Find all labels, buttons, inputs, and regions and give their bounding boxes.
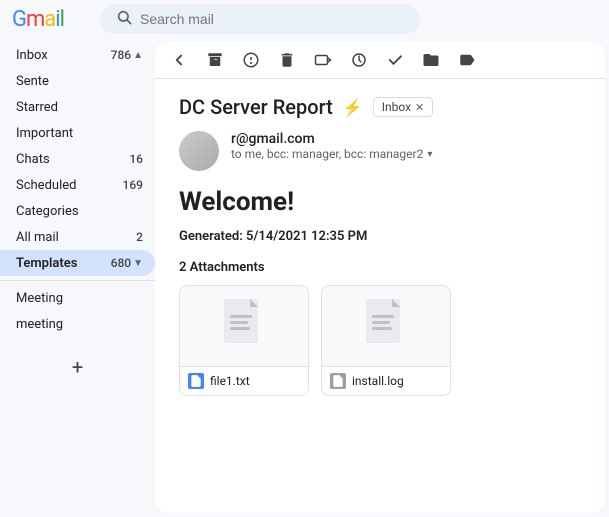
sender-name: r@gmail.com (231, 131, 432, 147)
attachment-preview-1 (180, 286, 308, 366)
txt-file-icon (188, 373, 204, 389)
generated-line: Generated: 5/14/2021 12:35 PM (179, 229, 581, 244)
tag-button[interactable] (455, 48, 479, 72)
attachment-preview-2 (322, 286, 450, 366)
email-content: DC Server Report ⚡ Inbox ✕ r@gmail.com t… (155, 79, 605, 513)
sidebar-item-important[interactable]: Important (0, 120, 155, 146)
email-subject: DC Server Report (179, 95, 333, 119)
sidebar-item-categories[interactable]: Categories (0, 198, 155, 224)
sidebar-item-meeting1[interactable]: Meeting (0, 285, 155, 311)
expand-recipients-button[interactable]: ▾ (427, 149, 432, 160)
attachment-name-2: install.log (352, 374, 404, 388)
gmail-logo: Gmail (12, 7, 92, 32)
sidebar: Inbox 786 ▲ Sente Starred Important Chat… (0, 38, 155, 517)
attachment-name-1: file1.txt (210, 374, 250, 388)
email-toolbar (155, 42, 605, 79)
attachment-footer-1: file1.txt (180, 366, 308, 395)
delete-button[interactable] (275, 48, 299, 72)
snooze-button[interactable] (347, 48, 371, 72)
attachment-footer-2: install.log (322, 366, 450, 395)
sidebar-divider (0, 280, 155, 281)
sidebar-item-all[interactable]: All mail 2 (0, 224, 155, 250)
remove-label-button[interactable]: ✕ (415, 101, 424, 114)
email-subject-row: DC Server Report ⚡ Inbox ✕ (179, 95, 581, 119)
move-button[interactable] (419, 48, 443, 72)
sidebar-item-starred[interactable]: Starred (0, 94, 155, 120)
search-input[interactable] (140, 11, 404, 27)
spam-button[interactable] (239, 48, 263, 72)
label-button[interactable] (311, 48, 335, 72)
scroll-up-icon: ▲ (133, 50, 143, 61)
mark-done-button[interactable] (383, 48, 407, 72)
sidebar-item-inbox[interactable]: Inbox 786 ▲ (0, 42, 155, 68)
inbox-badge[interactable]: Inbox ✕ (373, 97, 434, 117)
search-icon (116, 9, 132, 29)
sidebar-item-sent[interactable]: Sente (0, 68, 155, 94)
back-button[interactable] (167, 48, 191, 72)
sender-row: r@gmail.com to me, bcc: manager, bcc: ma… (179, 131, 581, 171)
email-body: Welcome! Generated: 5/14/2021 12:35 PM (179, 187, 581, 244)
sender-info: r@gmail.com to me, bcc: manager, bcc: ma… (231, 131, 432, 161)
attachments-grid: file1.txt (179, 285, 581, 396)
welcome-heading: Welcome! (179, 187, 581, 217)
sidebar-item-scheduled[interactable]: Scheduled 169 (0, 172, 155, 198)
email-view: DC Server Report ⚡ Inbox ✕ r@gmail.com t… (155, 42, 605, 513)
sender-to: to me, bcc: manager, bcc: manager2 ▾ (231, 147, 432, 161)
top-header: Gmail (0, 0, 609, 38)
search-bar[interactable] (100, 4, 420, 34)
lightning-icon: ⚡ (343, 98, 363, 117)
sidebar-item-meeting2[interactable]: meeting (0, 311, 155, 337)
attachments-title: 2 Attachments (179, 260, 581, 275)
attachments-section: 2 Attachments (179, 260, 581, 396)
attachment-install[interactable]: install.log (321, 285, 451, 396)
attachment-file1[interactable]: file1.txt (179, 285, 309, 396)
avatar (179, 131, 219, 171)
log-file-icon (330, 373, 346, 389)
add-label-button[interactable]: + (60, 349, 96, 385)
main-body: Inbox 786 ▲ Sente Starred Important Chat… (0, 38, 609, 517)
archive-button[interactable] (203, 48, 227, 72)
scroll-down-icon: ▼ (133, 258, 143, 269)
sidebar-item-chats[interactable]: Chats 16 (0, 146, 155, 172)
sidebar-item-templates[interactable]: Templates 680 ▼ (0, 250, 155, 276)
